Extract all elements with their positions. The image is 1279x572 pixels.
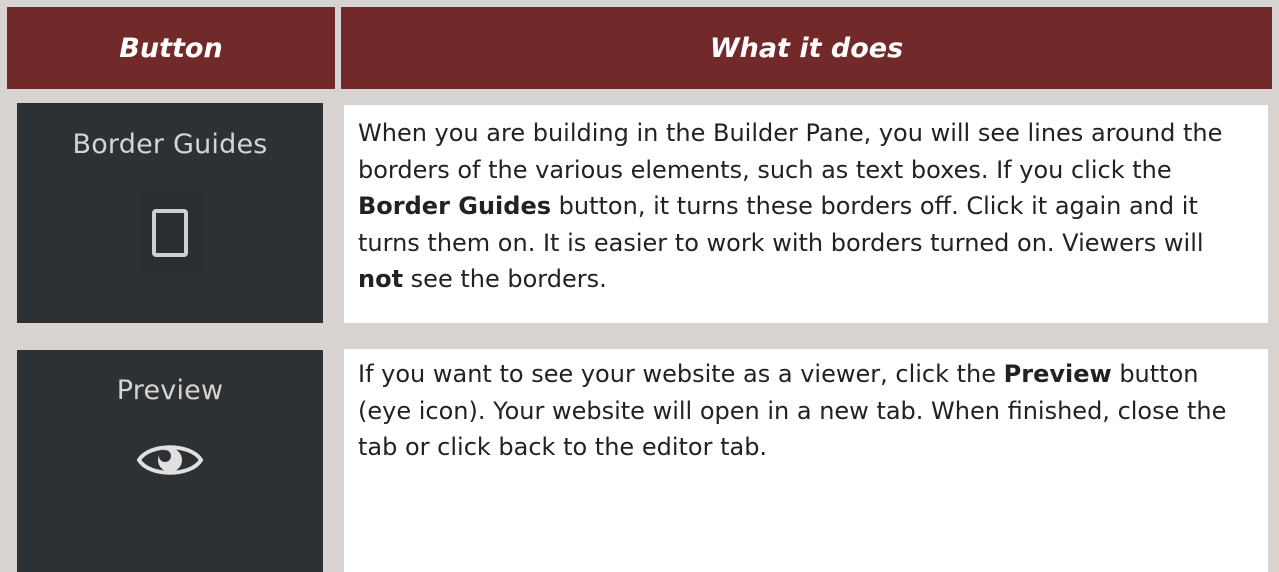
preview-button-cell: Preview	[17, 350, 323, 572]
header-button-column: Button	[7, 7, 335, 89]
desc-bold-term: not	[358, 265, 404, 293]
desc-text: When you are building in the Builder Pan…	[358, 119, 1223, 184]
border-guides-button-cell: Border Guides	[17, 103, 323, 323]
desc-text: see the borders.	[403, 265, 607, 293]
header-what-column: What it does	[341, 7, 1272, 89]
border-guides-label: Border Guides	[72, 129, 268, 160]
border-guides-description: When you are building in the Builder Pan…	[344, 105, 1268, 323]
header-button-label: Button	[119, 32, 223, 64]
desc-text: If you want to see your website as a vie…	[358, 360, 1004, 388]
desc-bold-term: Preview	[1003, 360, 1112, 388]
button-reference-table: Button What it does Border Guides When y…	[0, 0, 1279, 572]
square-outline-icon	[138, 192, 202, 274]
header-what-label: What it does	[709, 32, 904, 64]
preview-label: Preview	[116, 375, 224, 406]
eye-icon	[125, 430, 215, 490]
preview-description: If you want to see your website as a vie…	[344, 349, 1268, 572]
desc-bold-term: Border Guides	[358, 192, 552, 220]
